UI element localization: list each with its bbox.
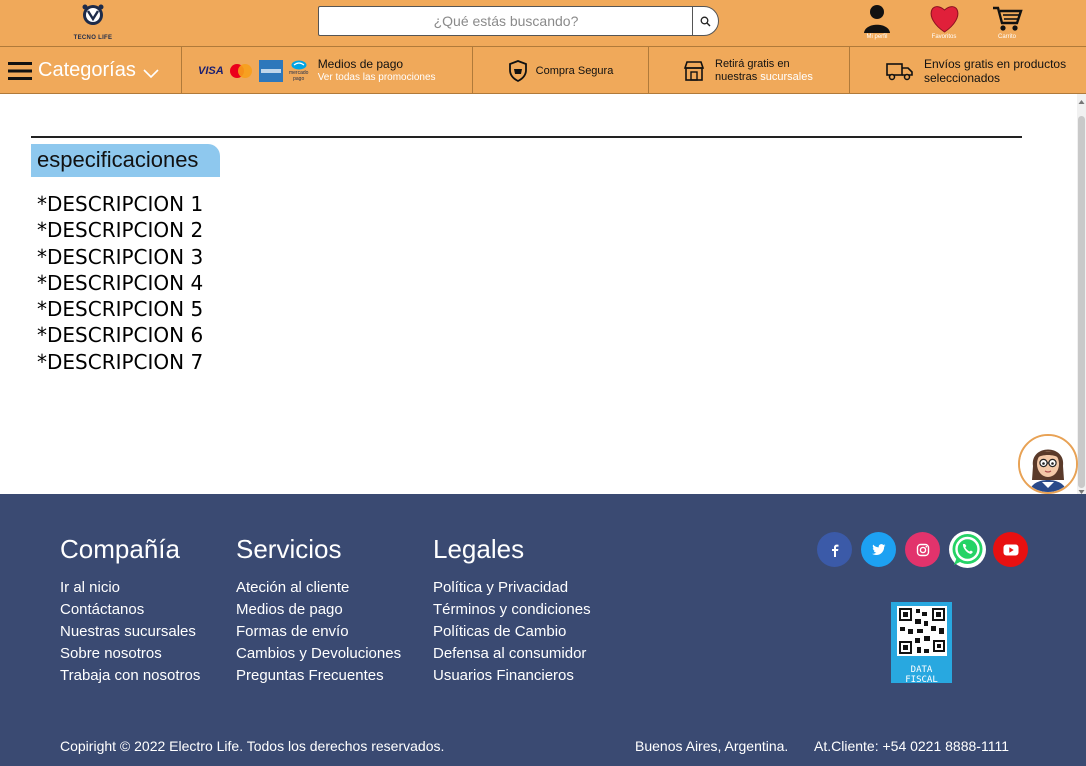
nav-bar: Categorías VISA mercado pago Medios de p… <box>0 46 1086 94</box>
pickup-highlight: sucursales <box>760 70 813 83</box>
logo-text: TECNO LIFE <box>73 35 113 41</box>
footer-legal-title: Legales <box>433 534 525 564</box>
heart-icon <box>930 6 958 33</box>
footer-link[interactable]: Términos y condiciones <box>433 599 591 621</box>
footer-link[interactable]: Cambios y Devoluciones <box>236 643 401 665</box>
scrollbar[interactable] <box>1077 94 1086 494</box>
assistant-avatar-icon <box>1020 436 1076 492</box>
specifications-list: *DESCRIPCION 1 *DESCRIPCION 2 *DESCRIPCI… <box>37 191 203 375</box>
footer-link[interactable]: Políticas de Cambio <box>433 621 591 643</box>
cart-icon <box>993 6 1023 31</box>
search-icon <box>700 16 711 26</box>
footer-link[interactable]: Contáctanos <box>60 599 200 621</box>
footer-link[interactable]: Usuarios Financieros <box>433 665 591 687</box>
shipping-line-2: seleccionados <box>924 70 1001 85</box>
specifications-tab: especificaciones <box>31 144 220 177</box>
favorites-label: Favoritos <box>931 34 957 40</box>
brand-logo[interactable]: TECNO LIFE <box>68 3 118 43</box>
spec-item: *DESCRIPCION 7 <box>37 349 204 374</box>
spec-item: *DESCRIPCION 6 <box>37 323 204 348</box>
profile-button[interactable]: Mi perfil <box>857 3 897 40</box>
user-icon <box>864 5 890 33</box>
whatsapp-button[interactable] <box>949 531 986 568</box>
secure-purchase[interactable]: Compra Segura <box>473 47 649 94</box>
scroll-down-arrow[interactable] <box>1077 484 1086 494</box>
instagram-icon <box>916 543 929 556</box>
logo-icon <box>82 4 104 25</box>
footer-company-column: Compañía Ir al nicio Contáctanos Nuestra… <box>60 534 200 687</box>
menu-icon <box>8 61 32 80</box>
footer-link[interactable]: Medios de pago <box>236 599 401 621</box>
footer-company-title: Compañía <box>60 534 180 564</box>
scroll-up-icon <box>1078 100 1085 104</box>
footer-legal-column: Legales Política y Privacidad Términos y… <box>433 534 591 687</box>
store-pickup[interactable]: Retirá gratis en nuestras sucursales <box>649 47 850 94</box>
youtube-button[interactable] <box>993 532 1028 567</box>
categories-menu[interactable]: Categorías <box>0 47 182 94</box>
shipping-line-1: Envíos gratis en productos <box>924 56 1067 71</box>
mercadopago-logo: mercado pago <box>288 60 310 82</box>
pickup-line-2: nuestras <box>715 70 761 83</box>
top-header: TECNO LIFE Mi perfil Favoritos <box>0 0 1086 46</box>
footer-services-column: Servicios Ateción al cliente Medios de p… <box>236 534 401 687</box>
footer: Compañía Ir al nicio Contáctanos Nuestra… <box>0 494 1086 766</box>
customer-phone: At.Cliente: +54 0221 8888-1111 <box>814 738 1009 754</box>
data-fiscal-label-2: FISCAL <box>905 675 938 685</box>
search-input[interactable] <box>321 9 691 33</box>
footer-link[interactable]: Ir al nicio <box>60 577 200 599</box>
footer-link[interactable]: Sobre nosotros <box>60 643 200 665</box>
footer-link[interactable]: Ateción al cliente <box>236 577 401 599</box>
search-bar <box>318 6 719 36</box>
secure-purchase-label: Compra Segura <box>535 64 614 77</box>
twitter-icon <box>871 543 885 555</box>
data-fiscal-qr[interactable]: DATA FISCAL <box>891 602 952 685</box>
pickup-line-1: Retirá gratis en <box>715 57 790 70</box>
footer-services-title: Servicios <box>236 534 342 564</box>
cart-button[interactable]: Carrito <box>987 3 1027 40</box>
free-shipping[interactable]: Envíos gratis en productos seleccionados <box>850 47 1086 94</box>
categories-label: Categorías <box>38 59 136 81</box>
search-button[interactable] <box>692 6 718 36</box>
payment-promotions-link[interactable]: Ver todas las promociones <box>318 71 436 84</box>
facebook-button[interactable] <box>817 532 852 567</box>
cart-label: Carrito <box>997 34 1016 40</box>
store-icon <box>683 60 705 81</box>
profile-label: Mi perfil <box>866 34 888 40</box>
scrollbar-thumb[interactable] <box>1078 116 1085 488</box>
footer-link[interactable]: Trabaja con nosotros <box>60 665 200 687</box>
footer-link[interactable]: Formas de envío <box>236 621 401 643</box>
spec-item: *DESCRIPCION 2 <box>37 218 204 243</box>
footer-link[interactable]: Nuestras sucursales <box>60 621 200 643</box>
data-fiscal-label-1: DATA <box>910 665 933 675</box>
favorites-button[interactable]: Favoritos <box>924 3 964 40</box>
scroll-up-arrow[interactable] <box>1077 94 1086 104</box>
spec-item: *DESCRIPCION 5 <box>37 297 204 322</box>
instagram-button[interactable] <box>905 532 940 567</box>
visa-logo: VISA <box>198 64 224 77</box>
amex-logo <box>258 59 283 82</box>
qr-code-icon <box>897 606 947 656</box>
copyright-text: Copiright © 2022 Electro Life. Todos los… <box>60 738 445 754</box>
location-text: Buenos Aires, Argentina. <box>635 738 789 754</box>
youtube-icon <box>1003 544 1018 555</box>
whatsapp-icon <box>952 534 983 565</box>
shield-icon <box>508 59 527 82</box>
payment-title: Medios de pago <box>317 56 404 71</box>
footer-link[interactable]: Defensa al consumidor <box>433 643 591 665</box>
spec-item: *DESCRIPCION 1 <box>37 192 204 216</box>
assistant-avatar-button[interactable] <box>1018 434 1078 494</box>
spec-item: *DESCRIPCION 4 <box>37 270 204 295</box>
footer-link[interactable]: Preguntas Frecuentes <box>236 665 401 687</box>
footer-link[interactable]: Política y Privacidad <box>433 577 591 599</box>
section-divider <box>31 136 1022 138</box>
spec-item: *DESCRIPCION 3 <box>37 244 204 269</box>
truck-icon <box>886 62 913 80</box>
mastercard-logo <box>229 63 252 78</box>
facebook-icon <box>831 544 838 557</box>
payment-methods[interactable]: VISA mercado pago Medios de pago Ver tod… <box>182 47 473 94</box>
mercadopago-text: mercado pago <box>288 69 309 82</box>
chevron-down-icon <box>143 68 159 78</box>
twitter-button[interactable] <box>861 532 896 567</box>
